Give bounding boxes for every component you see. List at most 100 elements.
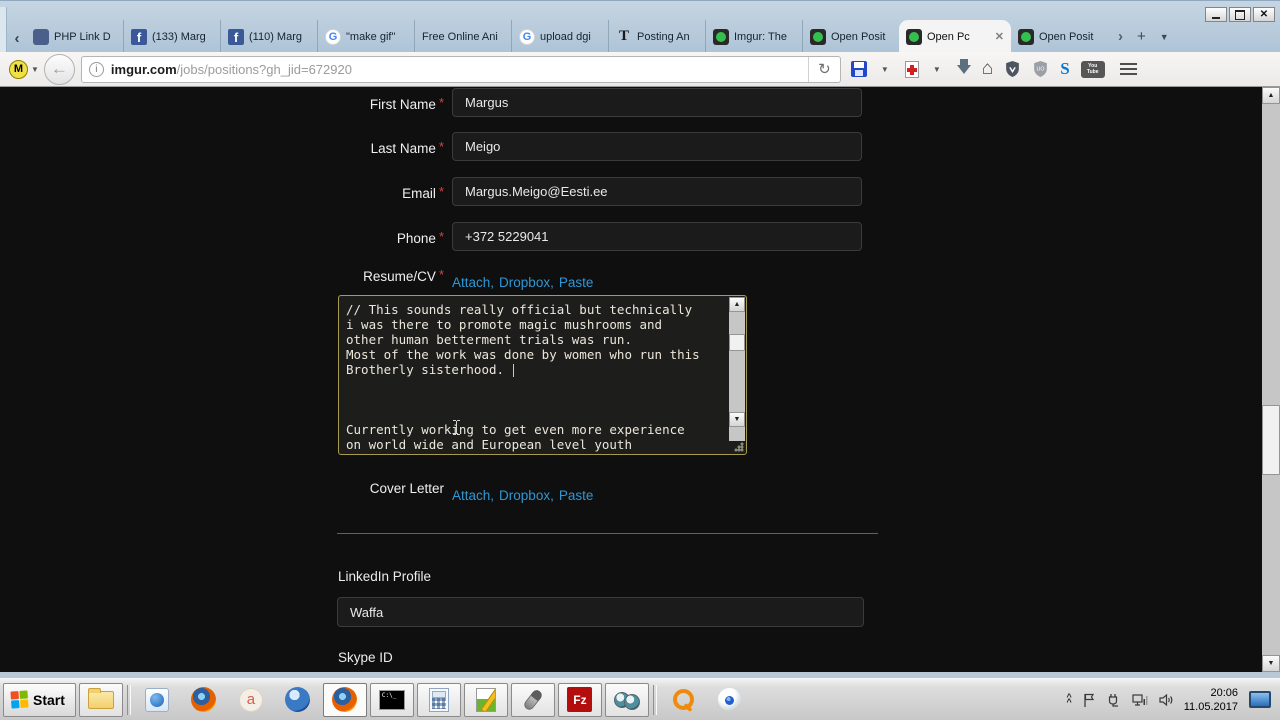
quicklaunch-media-player[interactable] xyxy=(135,683,179,717)
url-text[interactable]: imgur.com/jobs/positions?gh_jid=672920 xyxy=(111,62,808,77)
resume-paste-link[interactable]: Paste xyxy=(559,275,594,290)
first-name-input[interactable] xyxy=(452,88,862,117)
reload-button[interactable]: ↻ xyxy=(807,56,840,82)
display-monitor-icon[interactable] xyxy=(1249,691,1271,708)
scroll-down-icon[interactable]: ▼ xyxy=(729,412,745,427)
facebook-favicon-icon xyxy=(228,28,244,45)
network-icon[interactable] xyxy=(1131,692,1149,708)
tab-label: "make gif" xyxy=(346,30,396,43)
phone-input[interactable] xyxy=(452,222,862,251)
tab-label: Open Posit xyxy=(1039,30,1094,43)
last-name-input[interactable] xyxy=(452,132,862,161)
phone-label: Phone * xyxy=(396,229,444,246)
extension-dropdown-icon[interactable]: ▼ xyxy=(31,65,39,74)
tab-open-positions-2[interactable]: Open Posit xyxy=(1011,20,1108,53)
quicklaunch-eyeball[interactable] xyxy=(708,683,752,717)
resize-grip-icon[interactable] xyxy=(734,442,744,452)
scroll-up-icon[interactable]: ▲ xyxy=(1262,87,1280,104)
clock-time: 20:06 xyxy=(1210,686,1238,699)
scroll-down-icon[interactable]: ▼ xyxy=(1262,655,1280,672)
resume-dropbox-link[interactable]: Dropbox xyxy=(499,275,550,290)
taskbar-firefox-active-button[interactable] xyxy=(322,682,367,717)
resume-scrollbar[interactable]: ▲ ▼ xyxy=(729,297,745,441)
ublock-shield-icon[interactable]: UO xyxy=(1032,60,1049,78)
minimize-button[interactable] xyxy=(1205,7,1227,22)
browser-titlebar: ‹ PHP Link D (133) Marg (110) Marg "make… xyxy=(0,0,1280,53)
cover-letter-label: Cover Letter xyxy=(369,481,444,496)
tray-clock[interactable]: 20:06 11.05.2017 xyxy=(1184,686,1238,714)
site-info-icon[interactable]: i xyxy=(88,61,104,77)
tab-label: (110) Marg xyxy=(249,30,302,43)
taskbar-calculator-button[interactable] xyxy=(416,682,461,717)
magnifier-icon xyxy=(671,688,695,712)
action-center-flag-icon[interactable] xyxy=(1081,692,1097,708)
tab-scroll-left-button[interactable]: ‹ xyxy=(9,27,25,49)
tab-posting[interactable]: Posting An xyxy=(608,20,705,53)
protection-shield-icon[interactable] xyxy=(1004,60,1021,78)
email-input[interactable] xyxy=(452,177,862,206)
taskbar-explorer-button[interactable] xyxy=(78,682,123,717)
tab-imgur[interactable]: Imgur: The xyxy=(705,20,802,53)
tab-php-link[interactable]: PHP Link D xyxy=(26,20,123,53)
url-bar[interactable]: i imgur.com/jobs/positions?gh_jid=672920… xyxy=(80,55,841,83)
linkedin-input[interactable] xyxy=(337,597,864,627)
start-label: Start xyxy=(33,691,65,708)
clock-date: 11.05.2017 xyxy=(1183,700,1238,713)
linkedin-label: LinkedIn Profile xyxy=(338,569,432,584)
tab-free-online[interactable]: Free Online Ani xyxy=(414,20,511,53)
scrollbar-thumb[interactable] xyxy=(729,334,745,351)
save-dropdown-icon[interactable]: ▼ xyxy=(881,65,889,74)
new-tab-button[interactable]: + xyxy=(1137,28,1146,45)
ibeam-cursor xyxy=(451,420,462,435)
tab-facebook-133[interactable]: (133) Marg xyxy=(123,20,220,53)
youtube-icon[interactable]: You Tube xyxy=(1080,60,1105,78)
required-asterisk: * xyxy=(438,139,444,154)
adblock-dropdown-icon[interactable]: ▼ xyxy=(933,65,941,74)
taskbar-recorder-button[interactable] xyxy=(510,682,555,717)
calculator-icon xyxy=(428,687,449,712)
taskbar-cmd-button[interactable] xyxy=(369,682,414,717)
taskbar-filezilla-button[interactable]: Fz xyxy=(557,682,602,717)
tab-upload[interactable]: upload dgi xyxy=(511,20,608,53)
save-page-icon[interactable] xyxy=(850,61,867,77)
quicklaunch-a-app[interactable] xyxy=(229,683,273,717)
volume-speaker-icon[interactable] xyxy=(1158,692,1175,708)
scroll-up-icon[interactable]: ▲ xyxy=(729,297,745,312)
tab-make-gif[interactable]: "make gif" xyxy=(317,20,414,53)
home-icon[interactable]: ⌂ xyxy=(982,59,993,78)
tab-open-positions-active[interactable]: Open Pc ✕ xyxy=(899,20,1011,53)
quicklaunch-firefox[interactable] xyxy=(182,683,226,717)
tab-close-icon[interactable]: ✕ xyxy=(993,30,1004,43)
start-button[interactable]: Start xyxy=(3,682,76,717)
cover-paste-link[interactable]: Paste xyxy=(559,488,594,503)
scrollbar-thumb[interactable] xyxy=(1262,405,1280,475)
tab-scroll-right-button[interactable]: › xyxy=(1118,28,1123,45)
browser-scrollbar[interactable]: ▲ ▼ xyxy=(1262,87,1280,672)
firefox-icon xyxy=(332,687,358,712)
taskbar-notepad-button[interactable] xyxy=(463,682,508,717)
hidden-icons-chevron[interactable]: ^ ^ xyxy=(1066,692,1071,706)
cover-attach-link[interactable]: Attach xyxy=(452,488,490,503)
menu-hamburger-icon[interactable] xyxy=(1119,63,1137,75)
skype-icon[interactable]: S xyxy=(1060,59,1069,79)
media-player-icon xyxy=(144,687,169,712)
power-plug-icon[interactable] xyxy=(1106,692,1122,708)
svg-text:UO: UO xyxy=(1037,67,1045,73)
quicklaunch-magnifier[interactable] xyxy=(661,683,705,717)
close-button[interactable] xyxy=(1253,7,1275,22)
cover-dropbox-link[interactable]: Dropbox xyxy=(499,488,550,503)
resume-textarea[interactable]: // This sounds really official but techn… xyxy=(338,295,747,455)
downloads-icon[interactable] xyxy=(956,58,971,74)
tab-facebook-110[interactable]: (110) Marg xyxy=(220,20,317,53)
text-caret xyxy=(513,364,514,377)
back-button[interactable]: ← xyxy=(43,53,75,85)
maximize-button[interactable] xyxy=(1229,7,1251,22)
adblock-page-icon[interactable] xyxy=(904,60,919,78)
tab-strip: PHP Link D (133) Marg (110) Marg "make g… xyxy=(26,20,1169,53)
tab-list-dropdown-icon[interactable]: ▼ xyxy=(1160,32,1169,42)
extension-m-icon[interactable]: M xyxy=(9,59,28,79)
tab-open-positions-1[interactable]: Open Posit xyxy=(802,20,899,53)
taskbar-binoculars-button[interactable] xyxy=(604,682,649,717)
quicklaunch-seamonkey[interactable] xyxy=(276,683,320,717)
resume-attach-link[interactable]: Attach xyxy=(452,275,490,290)
